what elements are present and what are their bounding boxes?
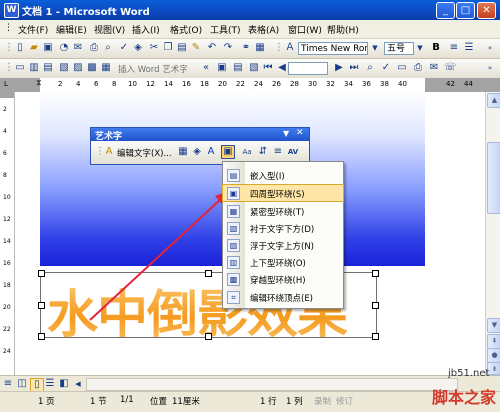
vertical-text-icon[interactable]: ⇵ [257, 146, 269, 158]
character-spacing-icon[interactable]: AV [287, 146, 299, 158]
status-pages: 1/1 [120, 395, 134, 405]
wrap-square-icon: ▣ [227, 187, 240, 200]
wordart-shape-icon[interactable]: A [205, 146, 217, 158]
status-bar: 1 页 1 节 1/1 位置 11厘米 1 行 1 列 录制 修订 [0, 391, 500, 412]
previous-page-icon[interactable]: ⇞ [487, 334, 500, 349]
reading-layout-icon[interactable]: ◧ [58, 378, 70, 390]
same-letter-heights-icon[interactable]: Aa [241, 146, 253, 158]
status-position-value: 11厘米 [172, 397, 200, 407]
wrap-top-bottom-item[interactable]: ▥ 上下型环绕(O) [223, 254, 343, 270]
wordart-gallery-icon[interactable]: ▦ [177, 146, 189, 158]
watermark-site: jb51.net [448, 368, 490, 379]
wrap-behind-item[interactable]: ▧ 衬于文字下方(D) [223, 220, 343, 236]
status-track-changes[interactable]: 修订 [336, 395, 353, 407]
status-record[interactable]: 录制 [314, 395, 331, 407]
wrap-top-bottom-icon: ▥ [227, 256, 240, 269]
vertical-scrollbar[interactable]: ▲ ▼ ⇞ ● ⇟ [485, 92, 500, 375]
status-position-label: 位置 [150, 397, 168, 407]
wrap-square-item[interactable]: ▣ 四周型环绕(S) [222, 184, 344, 202]
wordart-toolbar: 艺术字 ▼ ✕ ⋮ A 编辑文字(X)... ▦ ◈ A ▣ Aa ⇵ ≡ AV [90, 127, 310, 165]
wrap-through-item[interactable]: ▩ 穿越型环绕(H) [223, 271, 343, 287]
scroll-up-icon[interactable]: ▲ [487, 93, 500, 108]
text-wrapping-icon[interactable]: ▣ [221, 145, 235, 159]
wrap-behind-icon: ▧ [227, 222, 240, 235]
watermark-brand: 脚本之家 [432, 388, 497, 407]
outline-view-icon[interactable]: ☰ [44, 378, 56, 390]
browse-object-icon[interactable]: ● [487, 348, 500, 363]
scroll-thumb[interactable] [487, 142, 500, 214]
wrap-inline-icon: ▤ [227, 169, 240, 182]
horizontal-scrollbar-area: ≡ ◫ ▯ ☰ ◧ ◀ [0, 375, 500, 392]
wrap-front-icon: ▨ [227, 239, 240, 252]
status-section: 1 节 [90, 397, 107, 407]
status-line: 1 行 [260, 397, 277, 407]
wordart-toolbar-header[interactable]: 艺术字 ▼ ✕ [91, 128, 309, 142]
alignment-icon[interactable]: ≡ [272, 146, 284, 158]
wrap-front-item[interactable]: ▨ 浮于文字上方(N) [223, 237, 343, 253]
edit-text-button[interactable]: 编辑文字(X)... [117, 147, 172, 159]
scroll-down-icon[interactable]: ▼ [487, 318, 500, 333]
insert-wordart-icon[interactable]: A [103, 146, 115, 158]
wrap-tight-icon: ▦ [227, 205, 240, 218]
close-icon[interactable]: ✕ [296, 128, 304, 138]
format-wordart-icon[interactable]: ◈ [191, 146, 203, 158]
wrap-inline-item[interactable]: ▤ 嵌入型(I) [223, 167, 343, 183]
status-page: 1 页 [38, 397, 55, 407]
chevron-down-icon[interactable]: ▼ [283, 129, 289, 138]
status-column: 1 列 [286, 397, 303, 407]
horizontal-scroll-track[interactable] [86, 378, 458, 391]
text-wrapping-menu: ▤ 嵌入型(I) ▣ 四周型环绕(S) ▦ 紧密型环绕(T) ▧ 衬于文字下方(… [222, 161, 344, 309]
scroll-left-icon[interactable]: ◀ [72, 378, 84, 390]
normal-view-icon[interactable]: ≡ [2, 378, 14, 390]
print-layout-icon[interactable]: ▯ [30, 378, 44, 392]
edit-wrap-points-icon: ⌗ [227, 291, 240, 304]
web-view-icon[interactable]: ◫ [16, 378, 28, 390]
wrap-through-icon: ▩ [227, 273, 240, 286]
wrap-tight-item[interactable]: ▦ 紧密型环绕(T) [223, 203, 343, 219]
edit-wrap-points-item[interactable]: ⌗ 编辑环绕顶点(E) [223, 289, 343, 305]
